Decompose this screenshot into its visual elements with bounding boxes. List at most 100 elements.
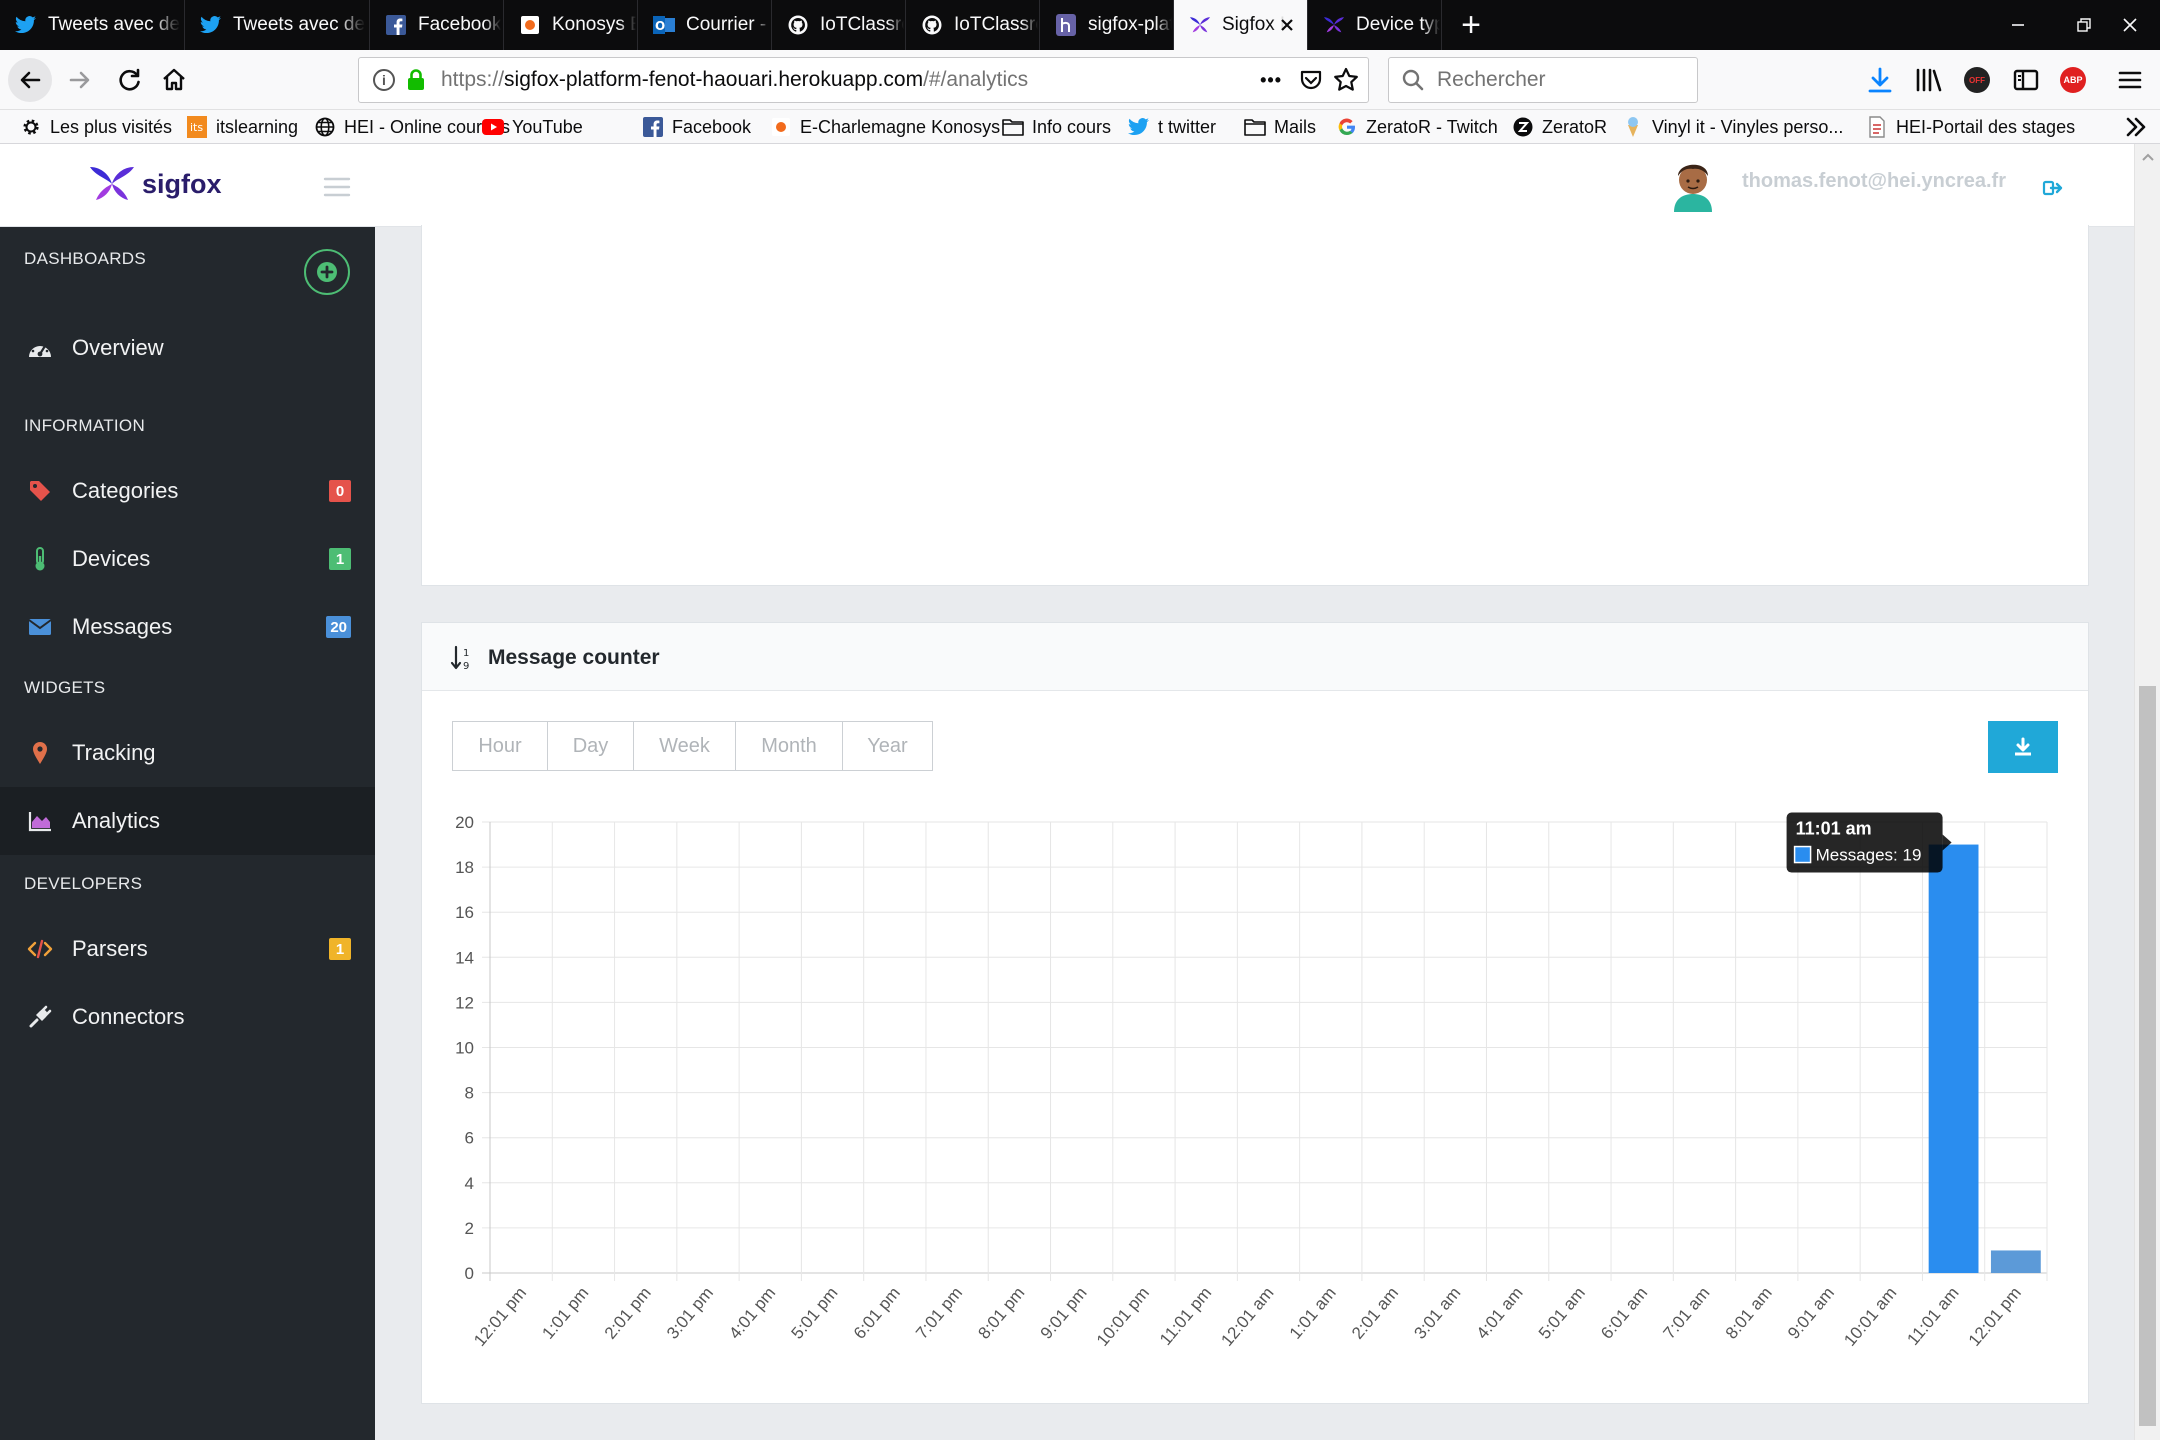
reload-button[interactable]: [108, 58, 152, 102]
youtube-icon: [482, 116, 504, 138]
bookmark-item[interactable]: YouTube: [482, 110, 583, 144]
close-tab-icon[interactable]: [1279, 17, 1295, 39]
bookmark-item[interactable]: ZeratoR: [1512, 110, 1607, 144]
browser-tab[interactable]: Sigfox Platfo: [1174, 0, 1308, 50]
bookmark-item[interactable]: E-Charlemagne Konosys: [770, 110, 1000, 144]
download-button[interactable]: [1988, 721, 2058, 773]
bookmark-item[interactable]: its itslearning: [186, 110, 298, 144]
bookmark-star-icon[interactable]: [1332, 66, 1360, 94]
range-year-button[interactable]: Year: [842, 721, 933, 771]
tooltip-swatch: [1793, 845, 1812, 864]
section-developers: DEVELOPERS: [24, 874, 143, 893]
browser-nav-bar: i https://sigfox-platform-fenot-haouari.…: [0, 50, 2160, 110]
range-week-button[interactable]: Week: [633, 721, 736, 771]
scrollbar-thumb[interactable]: [2139, 686, 2156, 1426]
minimize-window-button[interactable]: [1988, 0, 2048, 50]
logout-icon[interactable]: [2042, 178, 2064, 198]
url-bar[interactable]: i https://sigfox-platform-fenot-haouari.…: [358, 57, 1369, 103]
browser-tab-label: IoTClassroom/I: [954, 14, 1038, 35]
sigfox-icon: [1188, 13, 1212, 37]
adblock-plus-icon[interactable]: ABP: [2060, 67, 2086, 93]
bookmark-label: Les plus visités: [50, 116, 173, 137]
browser-tab[interactable]: Device type 'BK: [1308, 0, 1442, 50]
bookmark-label: HEI-Portail des stages: [1896, 116, 2076, 137]
folder-icon: [1244, 116, 1266, 138]
message-counter-card: 19 Message counter Hour Day Week Month Y…: [421, 622, 2089, 1404]
forward-button[interactable]: [58, 58, 102, 102]
new-tab-button[interactable]: +: [1446, 0, 1496, 50]
x-tick-label: 6:01 pm: [850, 1283, 904, 1342]
browser-tab[interactable]: IoTClassroom/I: [772, 0, 906, 50]
reload-icon: [119, 68, 140, 91]
user-avatar[interactable]: [1668, 156, 1718, 212]
sidebar-item-messages[interactable]: Messages 20: [0, 593, 375, 661]
zeratorr-icon: [1512, 116, 1534, 138]
bookmark-item[interactable]: Les plus visités: [20, 110, 172, 144]
browser-tab[interactable]: O Courrier - thom: [638, 0, 772, 50]
home-button[interactable]: [152, 58, 196, 102]
bookmark-item[interactable]: ZeratoR - Twitch: [1336, 110, 1498, 144]
bookmark-item[interactable]: Info cours: [1002, 110, 1111, 144]
downloads-icon[interactable]: [1866, 66, 1894, 94]
range-month-button[interactable]: Month: [735, 721, 843, 771]
x-tick-label: 8:01 pm: [974, 1283, 1028, 1342]
bookmark-label: Mails: [1274, 116, 1317, 137]
pocket-icon[interactable]: [1298, 67, 1324, 93]
back-button[interactable]: [8, 58, 52, 102]
sidebar-item-analytics[interactable]: Analytics: [0, 787, 375, 855]
browser-tab[interactable]: Tweets avec de: [185, 0, 370, 50]
outlook-icon: O: [652, 13, 676, 37]
page-scrollbar[interactable]: [2134, 144, 2160, 1440]
browser-tab-label: sigfox-platform: [1088, 14, 1172, 35]
bookmarks-toolbar: Les plus visités its itslearning HEI - Onli…: [0, 110, 2160, 144]
page-actions-menu[interactable]: •••: [1260, 70, 1282, 91]
info-icon[interactable]: i: [373, 69, 395, 91]
y-tick-label: 4: [465, 1174, 474, 1193]
bookmarks-overflow-icon[interactable]: [2122, 114, 2150, 140]
bookmark-label: Vinyl it - Vinyles perso...: [1652, 116, 1844, 137]
bookmark-item[interactable]: Vinyl it - Vinyles perso...: [1622, 110, 1843, 144]
bookmark-label: YouTube: [512, 116, 583, 137]
sidebar-toggle-icon[interactable]: [2012, 66, 2040, 94]
sort-numeric-icon: 19: [450, 645, 469, 671]
sidebar-item-categories[interactable]: Categories 0: [0, 457, 375, 525]
user-email[interactable]: thomas.fenot@hei.yncrea.fr: [1742, 170, 2006, 193]
off-extension-icon[interactable]: OFF: [1964, 67, 1990, 93]
close-window-button[interactable]: [2100, 0, 2160, 50]
twitter-icon: [1128, 116, 1150, 138]
bookmark-item[interactable]: Mails: [1244, 110, 1316, 144]
gear-icon: [20, 116, 42, 138]
x-tick-label: 2:01 am: [1348, 1283, 1402, 1342]
sidebar-toggle-hamburger-icon[interactable]: [322, 174, 352, 200]
sigfox-logo[interactable]: sigfox: [88, 164, 222, 204]
browser-tab[interactable]: Konosys Educat: [504, 0, 638, 50]
browser-tab[interactable]: IoTClassroom/I: [906, 0, 1040, 50]
library-icon[interactable]: [1914, 66, 1944, 94]
map-pin-icon: [26, 739, 54, 767]
sidebar-item-connectors[interactable]: Connectors: [0, 983, 375, 1051]
browser-tab-label: Sigfox Platfo: [1222, 14, 1284, 35]
browser-tab[interactable]: Tweets avec de: [0, 0, 185, 50]
browser-tab[interactable]: Facebook: [370, 0, 504, 50]
bookmark-item[interactable]: Facebook: [642, 110, 751, 144]
range-hour-button[interactable]: Hour: [452, 721, 548, 771]
search-bar[interactable]: Rechercher: [1388, 57, 1698, 103]
sidebar-item-tracking[interactable]: Tracking: [0, 719, 375, 787]
folder-icon: [1002, 116, 1024, 138]
range-day-button[interactable]: Day: [547, 721, 634, 771]
sidebar-item-overview[interactable]: Overview: [0, 314, 375, 382]
vinyl-icon: [1622, 116, 1644, 138]
bookmark-item[interactable]: HEI-Portail des stages: [1866, 110, 2075, 144]
add-dashboard-button[interactable]: [304, 249, 350, 295]
forward-arrow-icon: [69, 71, 90, 89]
bookmark-item[interactable]: t twitter: [1128, 110, 1216, 144]
browser-tab[interactable]: sigfox-platform: [1040, 0, 1174, 50]
sidebar-item-parsers[interactable]: Parsers 1: [0, 915, 375, 983]
scroll-up-arrow-icon[interactable]: [2141, 152, 2155, 162]
sidebar-item-devices[interactable]: Devices 1: [0, 525, 375, 593]
download-icon: [2015, 737, 2031, 756]
svg-text:O: O: [655, 19, 665, 33]
search-placeholder: Rechercher: [1437, 68, 1546, 91]
hamburger-menu-icon[interactable]: [2116, 66, 2144, 94]
bookmark-item[interactable]: HEI - Online courses: [314, 110, 510, 144]
